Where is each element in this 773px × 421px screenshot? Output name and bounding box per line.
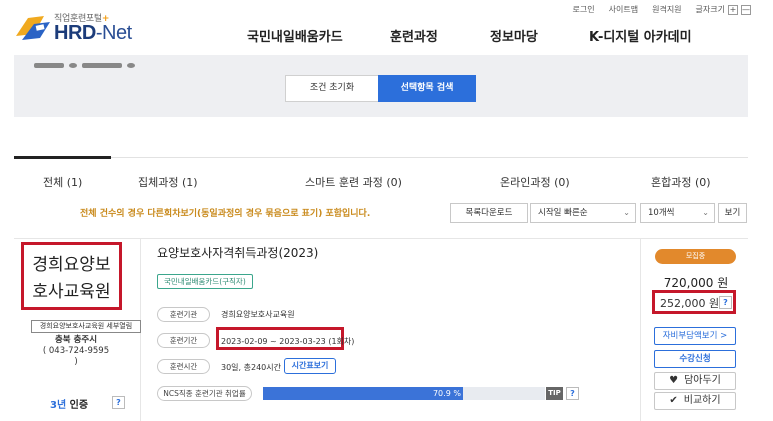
zoom-in-button[interactable]: + (728, 4, 738, 15)
login-link[interactable]: 로그인 (573, 4, 595, 15)
ncs-rate-bar: 70.9 % (263, 387, 545, 400)
org-name-line1: 경희요양보 (32, 255, 111, 275)
sort-select[interactable]: 시작일 빠른순 ⌄ (530, 203, 636, 223)
sitemap-link[interactable]: 사이트맵 (609, 4, 638, 15)
save-button[interactable]: ♥ 담아두기 (654, 372, 736, 390)
org-name-line2: 호사교육원 (32, 282, 111, 302)
notice-text: 전체 건수의 경우 다른회차보기(동일과정의 경우 묶음으로 표기) 포함입니다… (80, 209, 371, 219)
reset-filters-button[interactable]: 조건 초기화 (285, 75, 379, 102)
self-pay-amount: 252,000 원 (660, 297, 720, 310)
nav-item-info[interactable]: 정보마당 (490, 26, 550, 45)
apply-button[interactable]: 수강신청 (654, 350, 736, 368)
cert-label: 인증 (69, 400, 89, 411)
cert-help-button[interactable]: ? (112, 396, 125, 409)
nav-item-courses[interactable]: 훈련과정 (390, 26, 450, 45)
logo-brand-net: Net (102, 22, 132, 44)
site-logo[interactable]: 직업훈련포털+ HRD-Net (14, 10, 144, 46)
course-price: 720,000 원 (663, 276, 729, 290)
org-phone: ( 043-724-9595 ) (42, 346, 110, 367)
tip-badge[interactable]: TIP (546, 387, 563, 400)
check-icon: ✔ (669, 395, 678, 406)
ncs-rate-fill: 70.9 % (263, 387, 463, 400)
org-value: 경희요양보호사교육원 (221, 310, 295, 319)
ncs-rate-label: 70.9 % (432, 389, 461, 398)
certification-badge: 3년 인증 (50, 396, 88, 411)
view-button[interactable]: 보기 (718, 203, 747, 223)
course-title[interactable]: 요양보호사자격취득과정(2023) (157, 244, 318, 261)
utility-bar: 로그인 사이트맵 원격지원 글자크기 + — (573, 4, 751, 15)
tab-online[interactable]: 온라인과정 (0) (500, 174, 570, 190)
column-divider (640, 238, 641, 421)
org-detail-button[interactable]: 경희요양보호사교육원 세부열림 (31, 320, 141, 333)
ncs-help-button[interactable]: ? (566, 387, 579, 400)
nav-item-card[interactable]: 국민내일배움카드 (247, 26, 357, 45)
self-pay-view-button[interactable]: 자비부담액보기 > (654, 327, 736, 345)
per-page-select-value: 10개씩 (648, 208, 675, 218)
save-button-label: 담아두기 (684, 375, 721, 386)
compare-button-label: 비교하기 (683, 395, 721, 406)
filter-row-cutoff (34, 53, 174, 68)
search-selected-button[interactable]: 선택항목 검색 (378, 75, 476, 102)
search-panel: 조건 초기화 선택항목 검색 (14, 55, 748, 117)
org-label: 훈련기관 (157, 307, 210, 322)
chevron-down-icon: ⌄ (623, 208, 630, 217)
cert-years: 3년 (50, 400, 67, 411)
org-location: 충북 충주시 ( 043-724-9595 ) (40, 335, 112, 368)
font-size-label: 글자크기 (695, 5, 725, 14)
result-divider (14, 238, 748, 239)
org-region: 충북 충주시 (54, 335, 98, 345)
tab-classroom[interactable]: 집체과정 (1) (138, 174, 198, 190)
heart-icon: ♥ (669, 375, 679, 386)
chevron-down-icon: ⌄ (702, 208, 709, 217)
tab-smart[interactable]: 스마트 훈련 과정 (0) (305, 174, 402, 190)
sort-select-value: 시작일 빠른순 (538, 208, 588, 218)
org-name[interactable]: 경희요양보 호사교육원 (24, 252, 119, 306)
logo-mark-icon (16, 16, 50, 40)
self-pay-help-button[interactable]: ? (719, 296, 732, 309)
remote-support-link[interactable]: 원격지원 (652, 4, 681, 15)
tab-blended[interactable]: 혼합과정 (0) (651, 174, 711, 190)
hours-label: 훈련시간 (157, 359, 210, 374)
tab-all[interactable]: 전체 (1) (43, 174, 82, 190)
hours-value: 30일, 총240시간 (221, 363, 281, 372)
download-list-button[interactable]: 목록다운로드 (450, 203, 528, 223)
active-tab-indicator (14, 156, 111, 159)
timetable-button[interactable]: 시간표보기 (284, 358, 336, 374)
course-type-tabs: 전체 (1) 집체과정 (1) 스마트 훈련 과정 (0) 온라인과정 (0) … (14, 156, 748, 199)
card-type-badge: 국민내일배움카드(구직자) (157, 274, 253, 289)
period-value: 2023-02-09 ~ 2023-03-23 (1회차) (221, 337, 355, 346)
compare-button[interactable]: ✔ 비교하기 (654, 392, 736, 410)
self-pay-highlight: 252,000 원 ? (652, 290, 736, 314)
font-size-control: 글자크기 + — (696, 4, 751, 15)
period-label: 훈련기간 (157, 333, 210, 348)
status-badge: 모집중 (655, 249, 736, 264)
nav-item-kdigital[interactable]: K-디지털 아카데미 (589, 26, 729, 45)
ncs-label: NCS직종 훈련기관 취업률 (157, 386, 252, 401)
per-page-select[interactable]: 10개씩 ⌄ (640, 203, 715, 223)
logo-brand: HRD (54, 22, 96, 44)
zoom-out-button[interactable]: — (741, 4, 751, 15)
org-name-highlight: 경희요양보 호사교육원 (21, 242, 122, 310)
